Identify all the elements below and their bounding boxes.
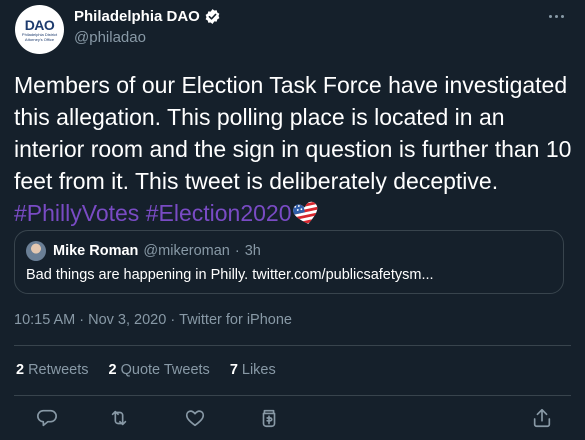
tweet-date[interactable]: Nov 3, 2020	[88, 312, 166, 328]
quoted-author-handle: @mikeroman	[143, 243, 230, 259]
tweet-metadata: 10:15 AM · Nov 3, 2020 · Twitter for iPh…	[14, 312, 292, 328]
tweet-text: Members of our Election Task Force have …	[14, 69, 574, 229]
author-handle[interactable]: @philadao	[74, 29, 146, 46]
tip-jar-icon[interactable]	[258, 407, 280, 429]
quoted-author-avatar	[26, 241, 46, 261]
author-display-name[interactable]: Philadelphia DAO	[74, 8, 200, 25]
divider	[14, 395, 571, 396]
quote-tweets-stat[interactable]: 2 Quote Tweets	[109, 362, 210, 378]
divider	[14, 345, 571, 346]
more-options-icon[interactable]	[549, 10, 571, 22]
retweets-label: Retweets	[28, 362, 89, 378]
engagement-stats: 2 Retweets 2 Quote Tweets 7 Likes	[16, 362, 276, 378]
author-avatar[interactable]: DAO Philadelphia District Attorney's Off…	[15, 5, 64, 54]
meta-separator: ·	[79, 312, 85, 328]
retweet-icon[interactable]	[108, 407, 130, 429]
quoted-tweet-text: Bad things are happening in Philly. twit…	[26, 267, 434, 283]
dao-logo-subtitle: Philadelphia District Attorney's Office	[21, 31, 58, 42]
dao-logo: DAO	[24, 16, 55, 33]
hashtag-election2020[interactable]: #Election2020	[146, 200, 292, 226]
like-heart-icon[interactable]	[184, 407, 206, 429]
retweets-stat[interactable]: 2 Retweets	[16, 362, 89, 378]
reply-icon[interactable]	[36, 407, 58, 429]
tweet-source[interactable]: Twitter for iPhone	[179, 312, 292, 328]
likes-stat[interactable]: 7 Likes	[230, 362, 276, 378]
quoted-tweet[interactable]: Mike Roman @mikeroman · 3h Bad things ar…	[14, 230, 564, 294]
meta-separator: ·	[170, 312, 176, 328]
us-flag-heart-icon	[291, 200, 320, 226]
quoted-time: 3h	[244, 243, 261, 259]
quote-tweets-count: 2	[108, 362, 117, 378]
hashtag-phillyvotes[interactable]: #PhillyVotes	[14, 200, 139, 226]
tweet-actions-bar	[0, 401, 585, 435]
quoted-author-name: Mike Roman	[53, 243, 139, 259]
likes-label: Likes	[241, 362, 276, 378]
tweet-detail: DAO Philadelphia District Attorney's Off…	[0, 0, 585, 440]
tweet-time[interactable]: 10:15 AM	[14, 312, 75, 328]
likes-count: 7	[229, 362, 238, 378]
tweet-text-body: Members of our Election Task Force have …	[14, 72, 572, 194]
quote-tweets-label: Quote Tweets	[120, 362, 210, 378]
quoted-tweet-header: Mike Roman @mikeroman · 3h	[53, 243, 261, 259]
author-name-row: Philadelphia DAO	[74, 8, 221, 25]
quoted-separator: ·	[234, 243, 240, 259]
verified-badge-icon	[205, 9, 220, 24]
retweets-count: 2	[16, 362, 25, 378]
share-icon[interactable]	[531, 407, 553, 429]
